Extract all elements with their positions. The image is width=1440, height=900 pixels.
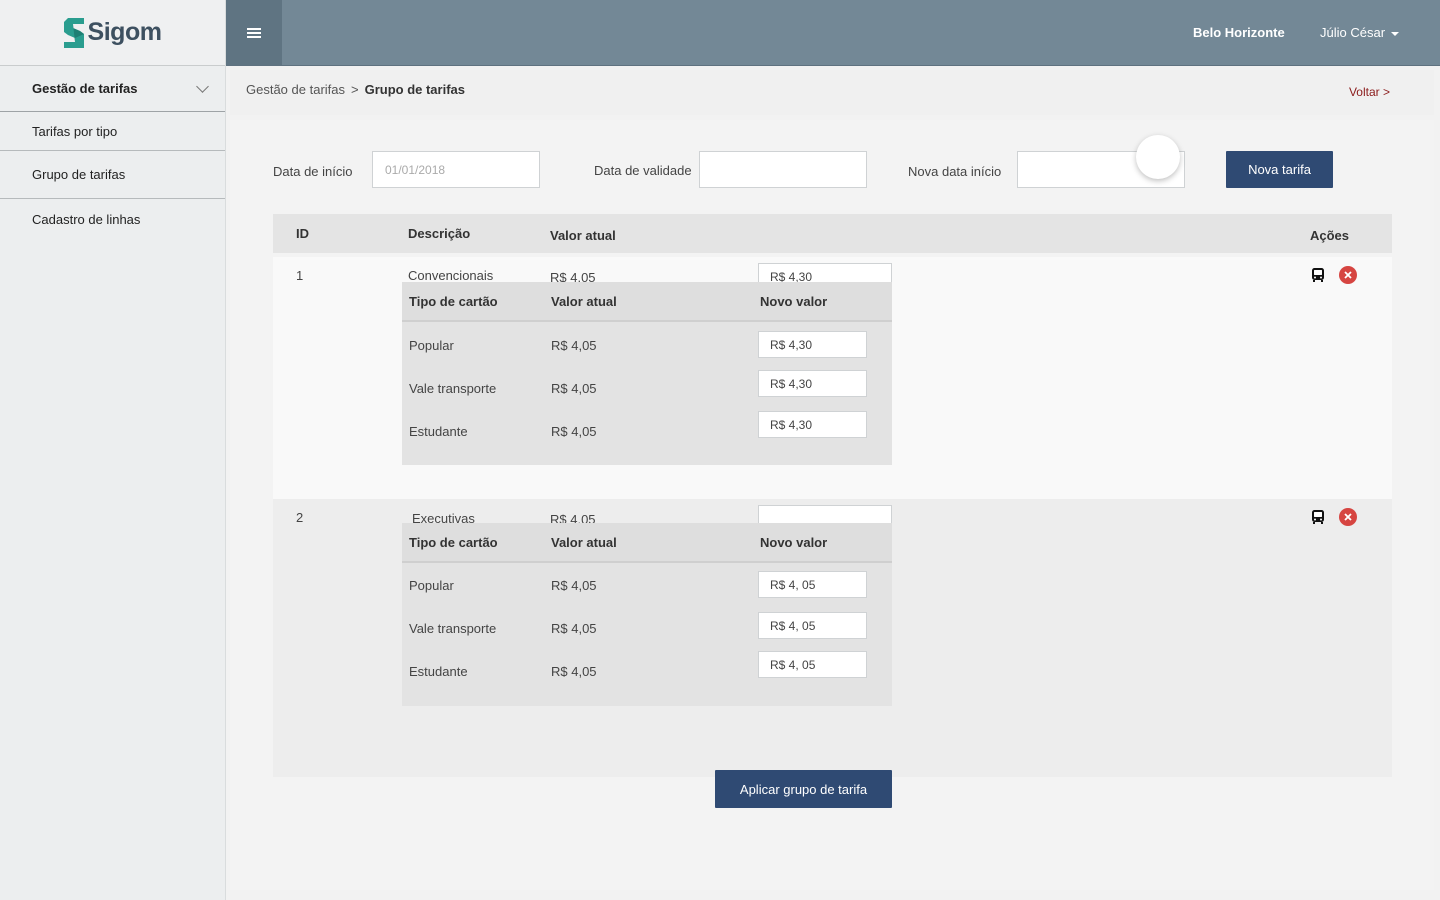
back-link[interactable]: Voltar > <box>1349 85 1390 99</box>
card-new-value-input[interactable]: R$ 4, 05 <box>758 571 867 598</box>
sidebar-item-cadastro-de-linhas[interactable]: Cadastro de linhas <box>0 199 225 239</box>
card-new-value-input[interactable]: R$ 4, 05 <box>758 651 867 678</box>
sidebar-item-label: Cadastro de linhas <box>32 211 141 227</box>
breadcrumb-current: Grupo de tarifas <box>364 82 466 97</box>
breadcrumb: Gestão de tarifas > Grupo de tarifas <box>246 82 465 97</box>
card-new-value-input[interactable]: R$ 4,30 <box>758 411 867 438</box>
card-new-value-input[interactable]: R$ 4, 05 <box>758 612 867 639</box>
breadcrumb-bar: Gestão de tarifas > Grupo de tarifas Vol… <box>230 70 1434 115</box>
new-start-date-label: Nova data início <box>908 164 1002 179</box>
table-header: ID Descrição Valor atual Ações <box>273 214 1392 253</box>
delete-icon[interactable] <box>1339 508 1357 526</box>
card-current-value: R$ 4,05 <box>551 424 597 439</box>
start-date-field[interactable]: 01/01/2018 <box>372 151 540 188</box>
validity-date-field[interactable] <box>699 151 867 188</box>
subcol-card-type: Tipo de cartão <box>409 535 498 550</box>
card-current-value: R$ 4,05 <box>551 621 597 636</box>
user-menu[interactable]: Júlio César <box>1320 25 1400 40</box>
card-type: Estudante <box>409 664 468 679</box>
sidebar-item-tarifas-por-tipo[interactable]: Tarifas por tipo <box>0 112 225 151</box>
logo[interactable]: Sigom <box>0 0 225 66</box>
apply-tariff-group-button[interactable]: Aplicar grupo de tarifa <box>715 770 892 808</box>
col-description: Descrição <box>408 226 471 241</box>
delete-icon[interactable] <box>1339 266 1357 284</box>
new-tariff-button[interactable]: Nova tarifa <box>1226 151 1333 188</box>
hamburger-icon <box>247 27 261 38</box>
caret-down-icon <box>1391 31 1400 36</box>
card-type: Vale transporte <box>409 621 497 636</box>
table-row: 2 Executivas R$ 4.05 Tipo de cartão Valo… <box>273 499 1392 777</box>
col-id: ID <box>296 226 309 241</box>
sidebar-section-label: Gestão de tarifas <box>32 81 138 96</box>
row-description: Convencionais <box>408 268 494 283</box>
subcol-new-value: Novo valor <box>760 535 828 550</box>
card-new-value-input[interactable]: R$ 4,30 <box>758 331 867 358</box>
breadcrumb-parent[interactable]: Gestão de tarifas <box>246 82 345 97</box>
chevron-down-icon <box>196 79 209 93</box>
card-new-value-input[interactable]: R$ 4,30 <box>758 370 867 397</box>
row-id: 2 <box>296 510 304 525</box>
sidebar-item-label: Grupo de tarifas <box>32 167 126 182</box>
card-type: Popular <box>409 338 454 353</box>
menu-toggle-button[interactable] <box>226 0 282 65</box>
sigom-logo-icon <box>63 17 84 48</box>
sidebar-section-gestao-tarifas[interactable]: Gestão de tarifas <box>0 66 225 112</box>
bus-icon[interactable] <box>1310 509 1326 525</box>
card-type: Popular <box>409 578 454 593</box>
cursor-indicator <box>1136 135 1180 179</box>
card-current-value: R$ 4,05 <box>551 664 597 679</box>
sidebar: Sigom Gestão de tarifas Tarifas por tipo… <box>0 0 226 900</box>
col-actions: Ações <box>1310 228 1350 243</box>
table-row: 1 Convencionais R$ 4.05 R$ 4,30 Tipo de … <box>273 257 1392 499</box>
subcol-current-value: Valor atual <box>551 294 617 309</box>
user-name: Júlio César <box>1320 25 1386 40</box>
card-type: Vale transporte <box>409 381 497 396</box>
city-label[interactable]: Belo Horizonte <box>1193 25 1285 40</box>
logo-text: Sigom <box>87 18 162 46</box>
card-current-value: R$ 4,05 <box>551 381 597 396</box>
subcol-new-value: Novo valor <box>760 294 828 309</box>
card-type-subtable: Tipo de cartão Valor atual Novo valor Po… <box>402 282 892 465</box>
subcol-card-type: Tipo de cartão <box>409 294 498 309</box>
card-type: Estudante <box>409 424 468 439</box>
row-id: 1 <box>296 268 304 283</box>
topbar: Belo Horizonte Júlio César <box>226 0 1440 66</box>
card-current-value: R$ 4,05 <box>551 338 597 353</box>
sidebar-item-grupo-de-tarifas[interactable]: Grupo de tarifas <box>0 151 225 199</box>
card-current-value: R$ 4,05 <box>551 578 597 593</box>
validity-date-label: Data de validade <box>594 163 692 178</box>
bus-icon[interactable] <box>1310 267 1326 283</box>
col-current-value: Valor atual <box>550 228 616 243</box>
subtable-header: Tipo de cartão Valor atual Novo valor <box>402 282 892 322</box>
subtable-header: Tipo de cartão Valor atual Novo valor <box>402 523 892 563</box>
card-type-subtable: Tipo de cartão Valor atual Novo valor Po… <box>402 523 892 706</box>
start-date-label: Data de início <box>273 164 353 179</box>
sidebar-item-label: Tarifas por tipo <box>32 123 118 139</box>
breadcrumb-separator: > <box>351 82 359 97</box>
subcol-current-value: Valor atual <box>551 535 617 550</box>
main-panel: Data de início 01/01/2018 Data de valida… <box>230 120 1434 890</box>
